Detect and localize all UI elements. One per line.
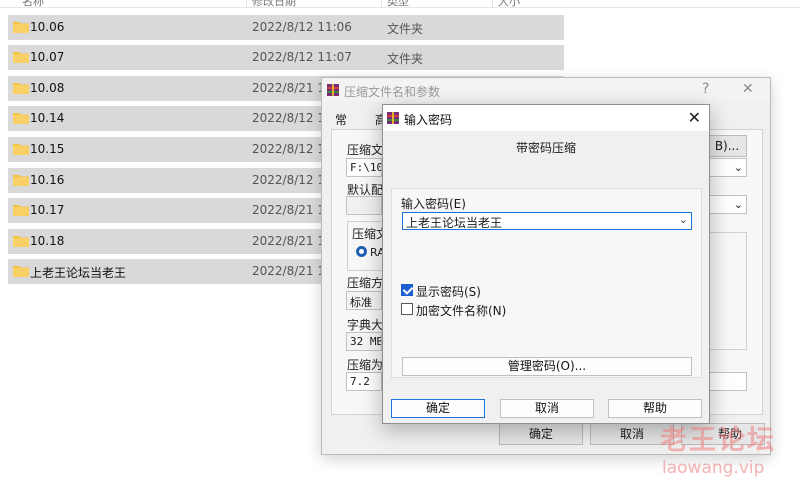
file-name: 10.18	[30, 234, 65, 248]
file-type: 文件夹	[387, 52, 424, 66]
dialog-titlebar[interactable]: 输入密码 ✕	[383, 105, 709, 131]
archive-name-input[interactable]: F:\100	[346, 158, 382, 177]
watermark-text: 老王论坛	[660, 425, 776, 456]
col-size[interactable]: 大小	[498, 0, 520, 7]
watermark-url: laowang.vip	[662, 458, 765, 478]
encrypt-names-label: 加密文件名称(N)	[416, 304, 507, 318]
winrar-icon	[387, 112, 399, 124]
password-input[interactable]: 上老王论坛当老王 ⌄	[402, 212, 692, 230]
column-header: 名称 修改日期 类型 大小	[0, 0, 800, 8]
split-label: 压缩为	[347, 358, 384, 372]
table-row[interactable]: 10.06 2022/8/12 11:06 文件夹	[8, 15, 564, 40]
profile-button[interactable]	[346, 196, 382, 215]
folder-icon	[13, 113, 29, 124]
folder-icon	[13, 52, 29, 63]
encrypt-names-checkbox[interactable]	[401, 303, 413, 315]
dictionary-label: 字典大	[347, 318, 384, 332]
method-label: 压缩方	[347, 276, 384, 290]
table-row[interactable]: 10.07 2022/8/12 11:07 文件夹	[8, 45, 564, 70]
folder-icon	[13, 83, 29, 94]
comment-input[interactable]	[707, 372, 747, 391]
col-date[interactable]: 修改日期	[252, 0, 296, 7]
folder-icon	[13, 236, 29, 247]
cancel-button[interactable]: 取消	[500, 399, 594, 418]
file-name: 10.08	[30, 81, 65, 95]
folder-icon	[13, 175, 29, 186]
file-name: 10.06	[30, 20, 65, 34]
options-group	[707, 232, 747, 350]
file-type: 文件夹	[387, 22, 424, 36]
chevron-down-icon: ⌄	[733, 161, 743, 174]
help-button[interactable]: 帮助	[608, 399, 702, 418]
file-name: 上老王论坛当老王	[30, 266, 127, 280]
file-name: 10.07	[30, 50, 65, 64]
ok-button[interactable]: 确定	[391, 399, 485, 418]
show-password-label: 显示密码(S)	[416, 285, 481, 299]
rar-radio[interactable]	[356, 246, 367, 257]
folder-icon	[13, 266, 29, 277]
chevron-down-icon[interactable]: ⌄	[679, 213, 688, 226]
split-input[interactable]: 7.2	[346, 372, 382, 391]
archive-name-label: 压缩文	[347, 143, 384, 157]
ok-button[interactable]: 确定	[499, 423, 583, 445]
file-name: 10.15	[30, 142, 65, 156]
enter-password-label: 输入密码(E)	[401, 197, 466, 211]
file-name: 10.17	[30, 203, 65, 217]
dictionary-dropdown[interactable]: 32 MB	[346, 332, 382, 351]
dialog-title: 输入密码	[404, 113, 453, 127]
show-password-checkbox[interactable]	[401, 284, 413, 296]
manage-passwords-button[interactable]: 管理密码(O)...	[402, 357, 692, 376]
close-icon[interactable]: ✕	[742, 81, 754, 97]
dialog-heading: 带密码压缩	[515, 141, 576, 155]
folder-icon	[13, 22, 29, 33]
password-dialog: 输入密码 ✕ 带密码压缩 输入密码(E) 上老王论坛当老王 ⌄ 显示密码(S) …	[382, 104, 710, 424]
col-type[interactable]: 类型	[387, 0, 409, 7]
winrar-icon	[327, 84, 339, 96]
dialog-titlebar[interactable]: 压缩文件名和参数 ? ✕	[322, 78, 770, 102]
file-name: 10.14	[30, 111, 65, 125]
archive-name-dropdown[interactable]: ⌄	[707, 158, 747, 177]
col-name[interactable]: 名称	[22, 0, 44, 7]
update-mode-dropdown[interactable]: ⌄	[707, 195, 747, 214]
file-date: 2022/8/12 11:06	[252, 20, 352, 34]
browse-button[interactable]: B)...	[707, 135, 747, 157]
dialog-title: 压缩文件名和参数	[344, 85, 441, 99]
help-icon[interactable]: ?	[702, 81, 709, 97]
file-date: 2022/8/12 11:07	[252, 50, 352, 64]
folder-icon	[13, 205, 29, 216]
password-value: 上老王论坛当老王	[406, 216, 503, 230]
folder-icon	[13, 144, 29, 155]
method-dropdown[interactable]: 标准	[346, 291, 382, 310]
close-icon[interactable]: ✕	[688, 108, 701, 127]
chevron-down-icon: ⌄	[733, 198, 743, 211]
file-name: 10.16	[30, 173, 65, 187]
